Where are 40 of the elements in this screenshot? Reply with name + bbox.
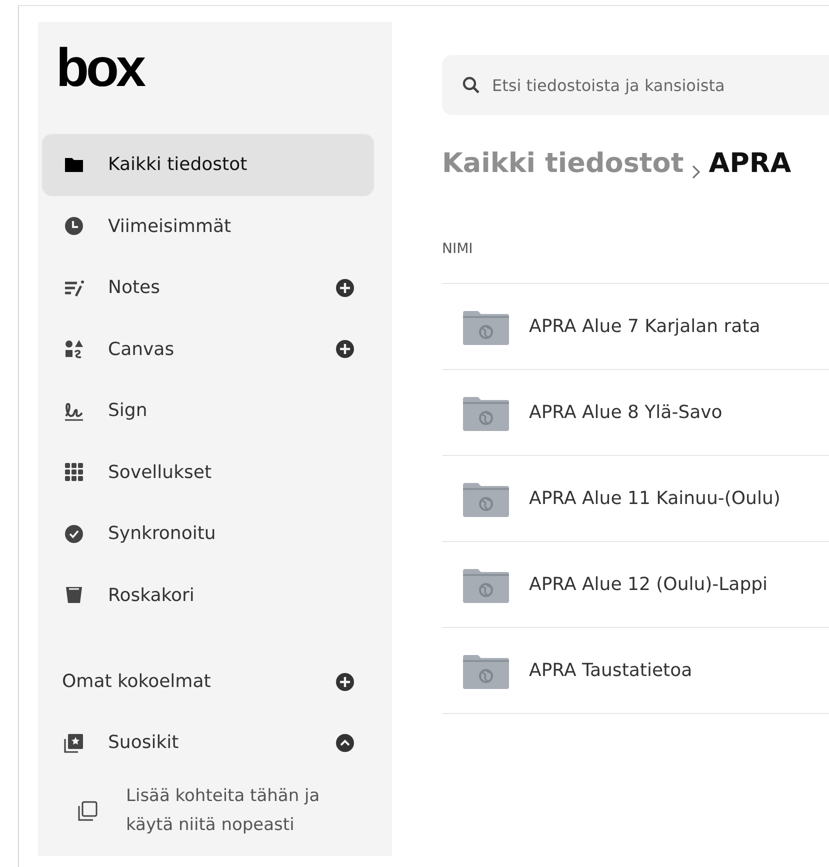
hint-text: Lisää kohteita tähän ja käytä niitä nopeasti	[126, 784, 321, 836]
sidebar-item[interactable]: Notes	[42, 257, 374, 318]
search-icon	[462, 76, 480, 94]
add-icon[interactable]	[336, 340, 354, 358]
clock-icon	[64, 216, 84, 236]
search-field[interactable]: Etsi tiedostoista ja kansioista	[442, 55, 829, 115]
sidebar-item[interactable]: Sovellukset	[42, 442, 374, 503]
folder-name[interactable]: APRA Alue 7 Karjalan rata	[529, 316, 760, 337]
shared-folder-icon	[463, 652, 509, 688]
copy-icon	[78, 800, 98, 820]
shared-folder-icon	[463, 566, 509, 602]
sidebar-item[interactable]: Roskakori	[42, 564, 374, 626]
chevron-up-icon[interactable]	[336, 734, 354, 752]
folder-name[interactable]: APRA Alue 11 Kainuu-(Oulu)	[529, 488, 780, 509]
sidebar-item[interactable]: Synkronoitu	[42, 503, 374, 564]
chevron-right-icon	[692, 165, 701, 179]
box-logo: box	[56, 40, 145, 96]
star-collection-icon	[64, 732, 84, 753]
sidebar-item[interactable]: Sign	[42, 380, 374, 442]
folder-name[interactable]: APRA Taustatietoa	[529, 660, 692, 681]
breadcrumb-current: APRA	[708, 148, 792, 179]
column-header[interactable]: NIMI	[442, 240, 473, 256]
add-icon[interactable]	[336, 278, 354, 297]
folder-name[interactable]: APRA Alue 12 (Oulu)-Lappi	[529, 574, 768, 595]
sidebar-item[interactable]: Suosikit	[42, 712, 374, 774]
trash-icon	[64, 585, 84, 606]
shared-folder-icon	[463, 308, 509, 344]
sidebar-item[interactable]: Viimeisimmät	[42, 196, 374, 257]
signature-icon	[64, 400, 84, 421]
add-icon[interactable]	[336, 672, 354, 690]
shapes-icon	[64, 339, 84, 360]
grid-icon	[64, 462, 84, 482]
section-heading: Omat kokoelmat	[62, 671, 212, 692]
notes-icon	[64, 278, 84, 298]
folder-name[interactable]: APRA Alue 8 Ylä-Savo	[529, 402, 722, 423]
check-circle-icon	[64, 524, 84, 544]
shared-folder-icon	[463, 480, 509, 516]
sidebar-item[interactable]: Kaikki tiedostot	[42, 134, 374, 196]
shared-folder-icon	[463, 394, 509, 430]
sidebar-item[interactable]: Canvas	[42, 318, 374, 380]
